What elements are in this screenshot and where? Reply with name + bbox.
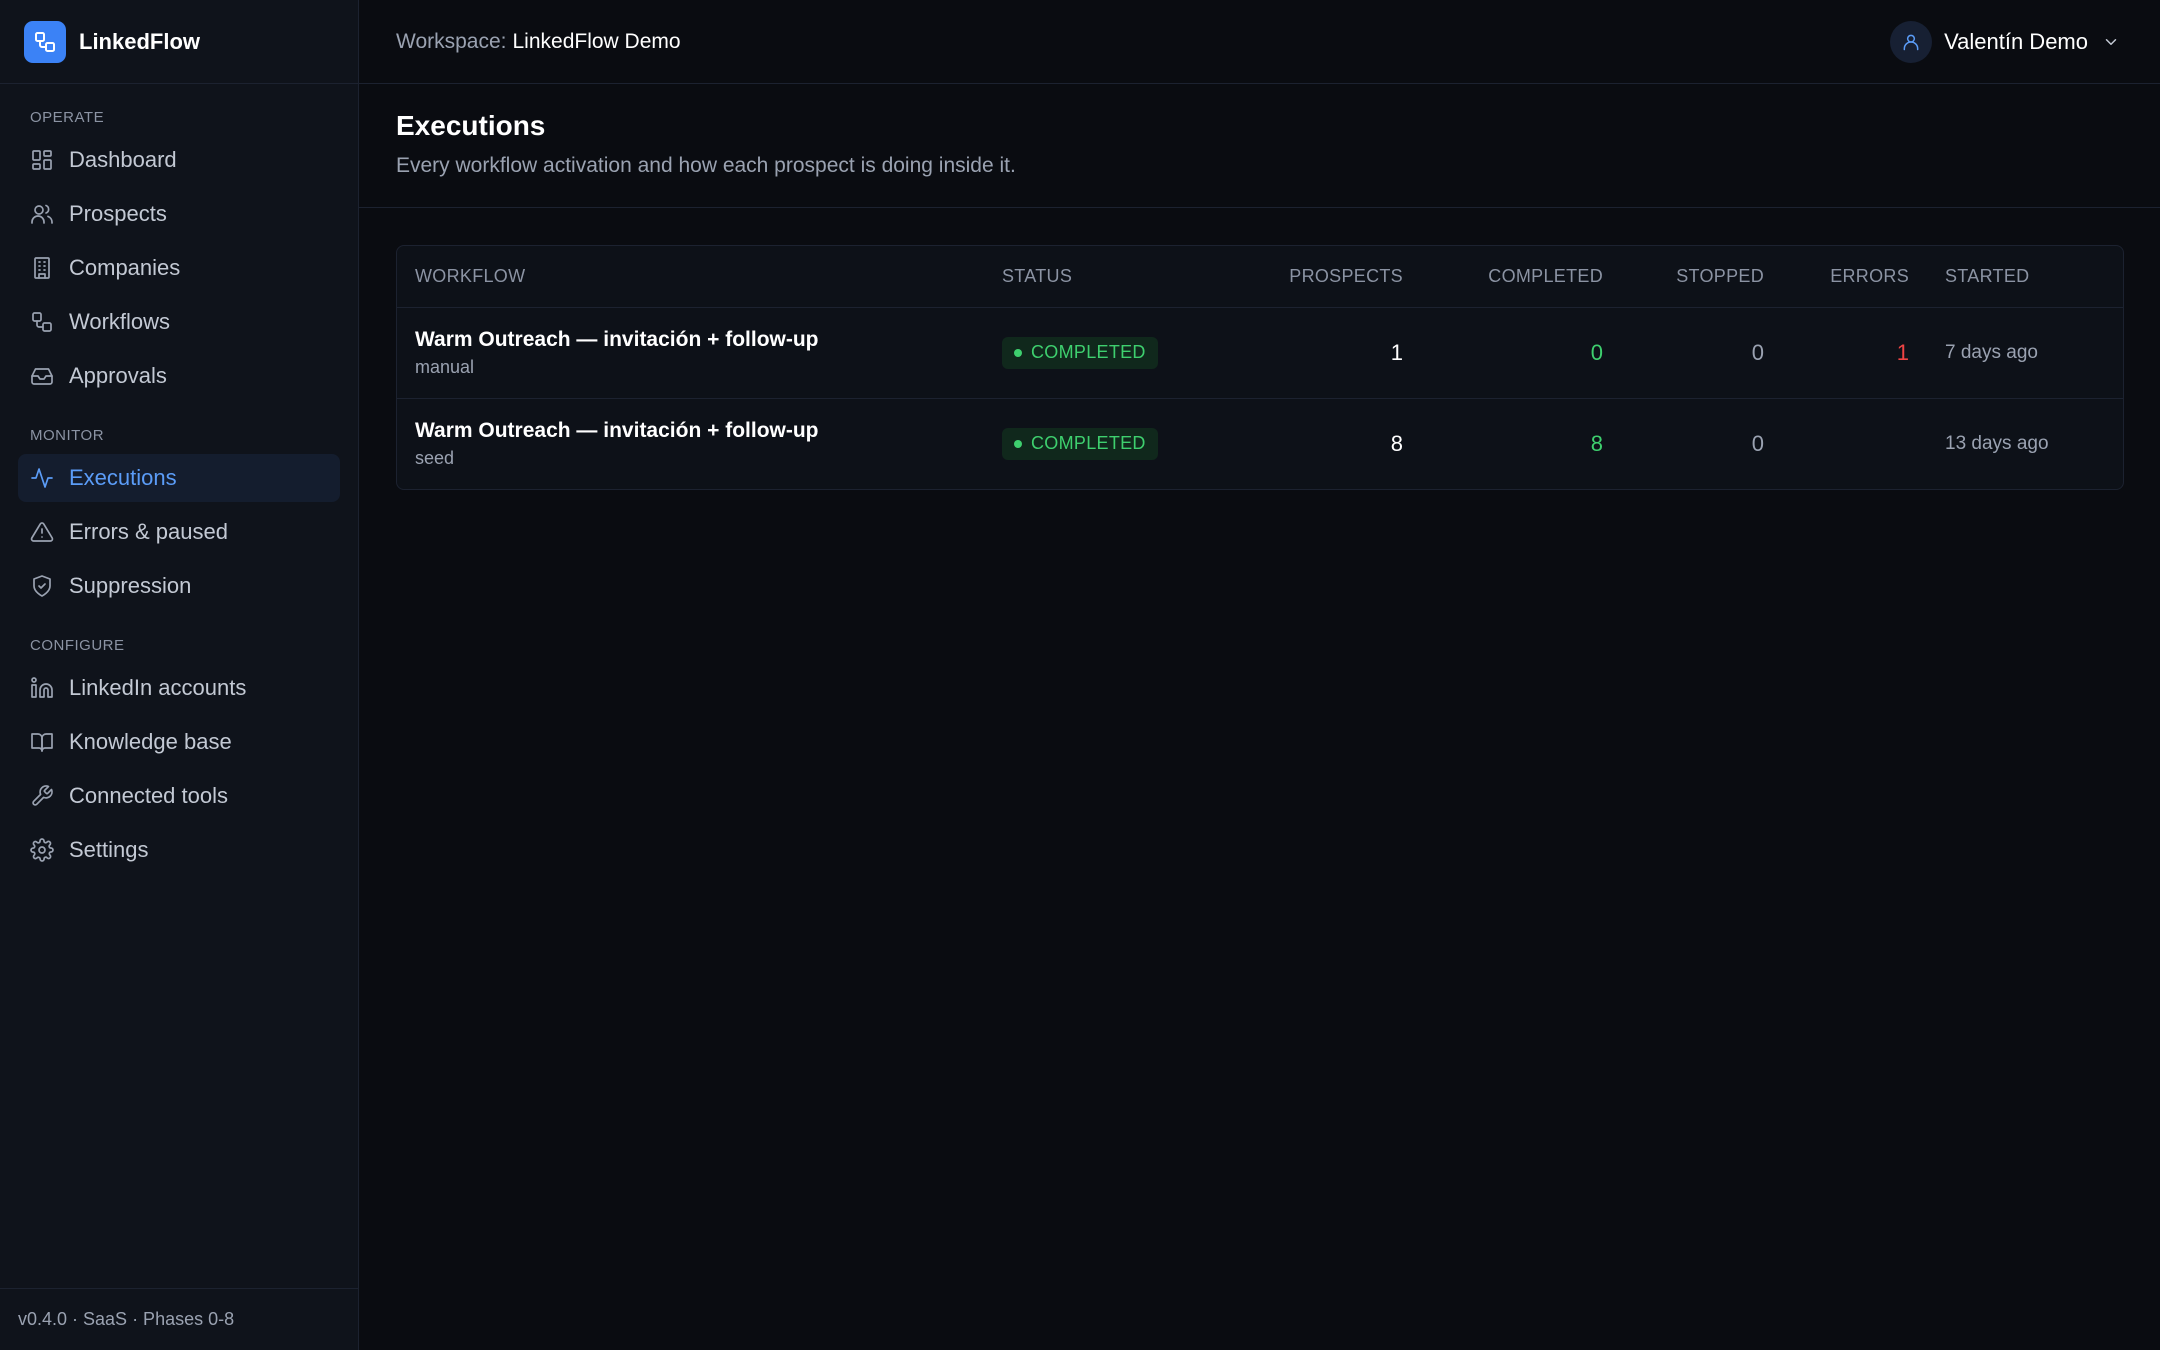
cell-prospects: 8 xyxy=(1390,430,1403,456)
col-header-status[interactable]: STATUS xyxy=(984,246,1230,308)
version-footer: v0.4.0 · SaaS · Phases 0-8 xyxy=(0,1288,358,1350)
sidebar-item-executions[interactable]: Executions xyxy=(18,454,340,502)
page-subtitle: Every workflow activation and how each p… xyxy=(396,154,1016,177)
sidebar-item-companies[interactable]: Companies xyxy=(18,244,340,292)
logo-icon xyxy=(24,20,66,63)
sidebar-item-suppression[interactable]: Suppression xyxy=(18,562,340,610)
table-header-row: WORKFLOW STATUS PROSPECTS COMPLETED STOP… xyxy=(397,246,2123,308)
wrench-icon xyxy=(30,784,54,808)
cell-stopped: 0 xyxy=(1751,430,1764,456)
col-header-workflow[interactable]: WORKFLOW xyxy=(397,246,984,308)
cell-status: COMPLETED xyxy=(984,398,1230,489)
warning-icon xyxy=(30,520,54,544)
dashboard-icon xyxy=(30,148,54,172)
sidebar-item-dashboard[interactable]: Dashboard xyxy=(18,136,340,184)
workspace-indicator: Workspace: LinkedFlow Demo xyxy=(396,30,681,54)
cell-errors: 1 xyxy=(1782,307,1927,399)
user-name: Valentín Demo xyxy=(1944,28,2088,54)
status-dot-icon xyxy=(1014,439,1022,448)
activity-icon xyxy=(30,466,54,490)
workflow-name[interactable]: Warm Outreach — invitación + follow-up xyxy=(415,328,966,352)
status-badge: COMPLETED xyxy=(1002,336,1158,369)
book-icon xyxy=(30,730,54,754)
sidebar-item-label: Settings xyxy=(69,837,149,862)
workflow-name[interactable]: Warm Outreach — invitación + follow-up xyxy=(415,419,966,443)
sidebar-item-approvals[interactable]: Approvals xyxy=(18,352,340,400)
page-header: Executions Every workflow activation and… xyxy=(359,84,2160,208)
sidebar-item-label: Prospects xyxy=(69,201,167,226)
cell-started: 7 days ago xyxy=(1927,307,2123,399)
section-label-monitor: MONITOR xyxy=(30,427,105,444)
user-menu-button[interactable]: Valentín Demo xyxy=(1890,20,2120,63)
sidebar-item-label: Executions xyxy=(69,465,177,490)
workflow-source: seed xyxy=(415,447,455,468)
cell-started: 13 days ago xyxy=(1945,432,2049,454)
status-badge: COMPLETED xyxy=(1002,427,1158,460)
col-header-started[interactable]: STARTED xyxy=(1927,246,2123,308)
user-avatar-icon xyxy=(1890,20,1933,63)
page-title: Executions xyxy=(396,110,546,141)
sidebar-item-label: Knowledge base xyxy=(69,729,232,754)
workspace-name: LinkedFlow Demo xyxy=(512,29,681,53)
section-label-operate: OPERATE xyxy=(30,109,105,126)
table-row[interactable]: Warm Outreach — invitación + follow-up m… xyxy=(397,307,2123,399)
main-content: Workspace: LinkedFlow Demo Valentín Demo … xyxy=(359,0,2160,1350)
workflow-source: manual xyxy=(415,356,475,377)
app-root: LinkedFlow OPERATE Dashboard Prospects C… xyxy=(0,0,2160,1350)
sidebar-item-label: Errors & paused xyxy=(69,519,228,544)
cell-prospects: 1 xyxy=(1230,307,1421,399)
sidebar-item-connected-tools[interactable]: Connected tools xyxy=(18,772,340,820)
col-header-completed[interactable]: COMPLETED xyxy=(1421,246,1621,308)
sidebar: LinkedFlow OPERATE Dashboard Prospects C… xyxy=(0,0,359,1350)
cell-status: COMPLETED xyxy=(984,307,1230,399)
sidebar-item-label: Suppression xyxy=(69,573,192,598)
brand[interactable]: LinkedFlow xyxy=(0,0,358,84)
building-icon xyxy=(30,256,54,280)
sidebar-item-label: Workflows xyxy=(69,309,171,334)
status-dot-icon xyxy=(1014,348,1022,357)
sidebar-item-settings[interactable]: Settings xyxy=(18,826,340,874)
workspace-label: Workspace: xyxy=(396,29,507,53)
inbox-icon xyxy=(30,364,54,388)
cell-workflow[interactable]: Warm Outreach — invitación + follow-up s… xyxy=(397,398,984,489)
sidebar-item-label: Companies xyxy=(69,255,181,280)
sidebar-item-errors-paused[interactable]: Errors & paused xyxy=(18,508,340,556)
status-label: COMPLETED xyxy=(1031,342,1146,362)
sidebar-nav: OPERATE Dashboard Prospects Companies Wo… xyxy=(0,84,358,874)
users-icon xyxy=(30,202,54,226)
status-label: COMPLETED xyxy=(1031,433,1146,454)
cell-completed: 0 xyxy=(1421,307,1621,399)
sidebar-item-knowledge-base[interactable]: Knowledge base xyxy=(18,718,340,766)
executions-table: WORKFLOW STATUS PROSPECTS COMPLETED STOP… xyxy=(397,246,2123,489)
table-row[interactable]: Warm Outreach — invitación + follow-up s… xyxy=(397,398,2123,489)
sidebar-item-workflows[interactable]: Workflows xyxy=(18,298,340,346)
sidebar-item-label: Dashboard xyxy=(69,147,177,172)
cell-workflow[interactable]: Warm Outreach — invitación + follow-up m… xyxy=(397,307,984,399)
chevron-down-icon xyxy=(2102,33,2120,51)
linkedin-icon xyxy=(30,676,54,700)
sidebar-item-linkedin-accounts[interactable]: LinkedIn accounts xyxy=(18,664,340,712)
section-label-configure: CONFIGURE xyxy=(30,637,125,654)
workflow-icon xyxy=(30,310,54,334)
col-header-stopped[interactable]: STOPPED xyxy=(1621,246,1782,308)
sidebar-item-label: Approvals xyxy=(69,363,167,388)
cell-stopped: 0 xyxy=(1621,307,1782,399)
sidebar-item-label: Connected tools xyxy=(69,783,228,808)
topbar: Workspace: LinkedFlow Demo Valentín Demo xyxy=(359,0,2160,84)
col-header-errors[interactable]: ERRORS xyxy=(1782,246,1927,308)
shield-icon xyxy=(30,574,54,598)
cell-errors xyxy=(1782,398,1927,489)
gear-icon xyxy=(30,838,54,862)
sidebar-item-label: LinkedIn accounts xyxy=(69,675,247,700)
cell-completed: 8 xyxy=(1590,430,1603,456)
brand-name: LinkedFlow xyxy=(79,28,200,54)
executions-table-container: WORKFLOW STATUS PROSPECTS COMPLETED STOP… xyxy=(396,245,2124,490)
sidebar-item-prospects[interactable]: Prospects xyxy=(18,190,340,238)
col-header-prospects[interactable]: PROSPECTS xyxy=(1230,246,1421,308)
